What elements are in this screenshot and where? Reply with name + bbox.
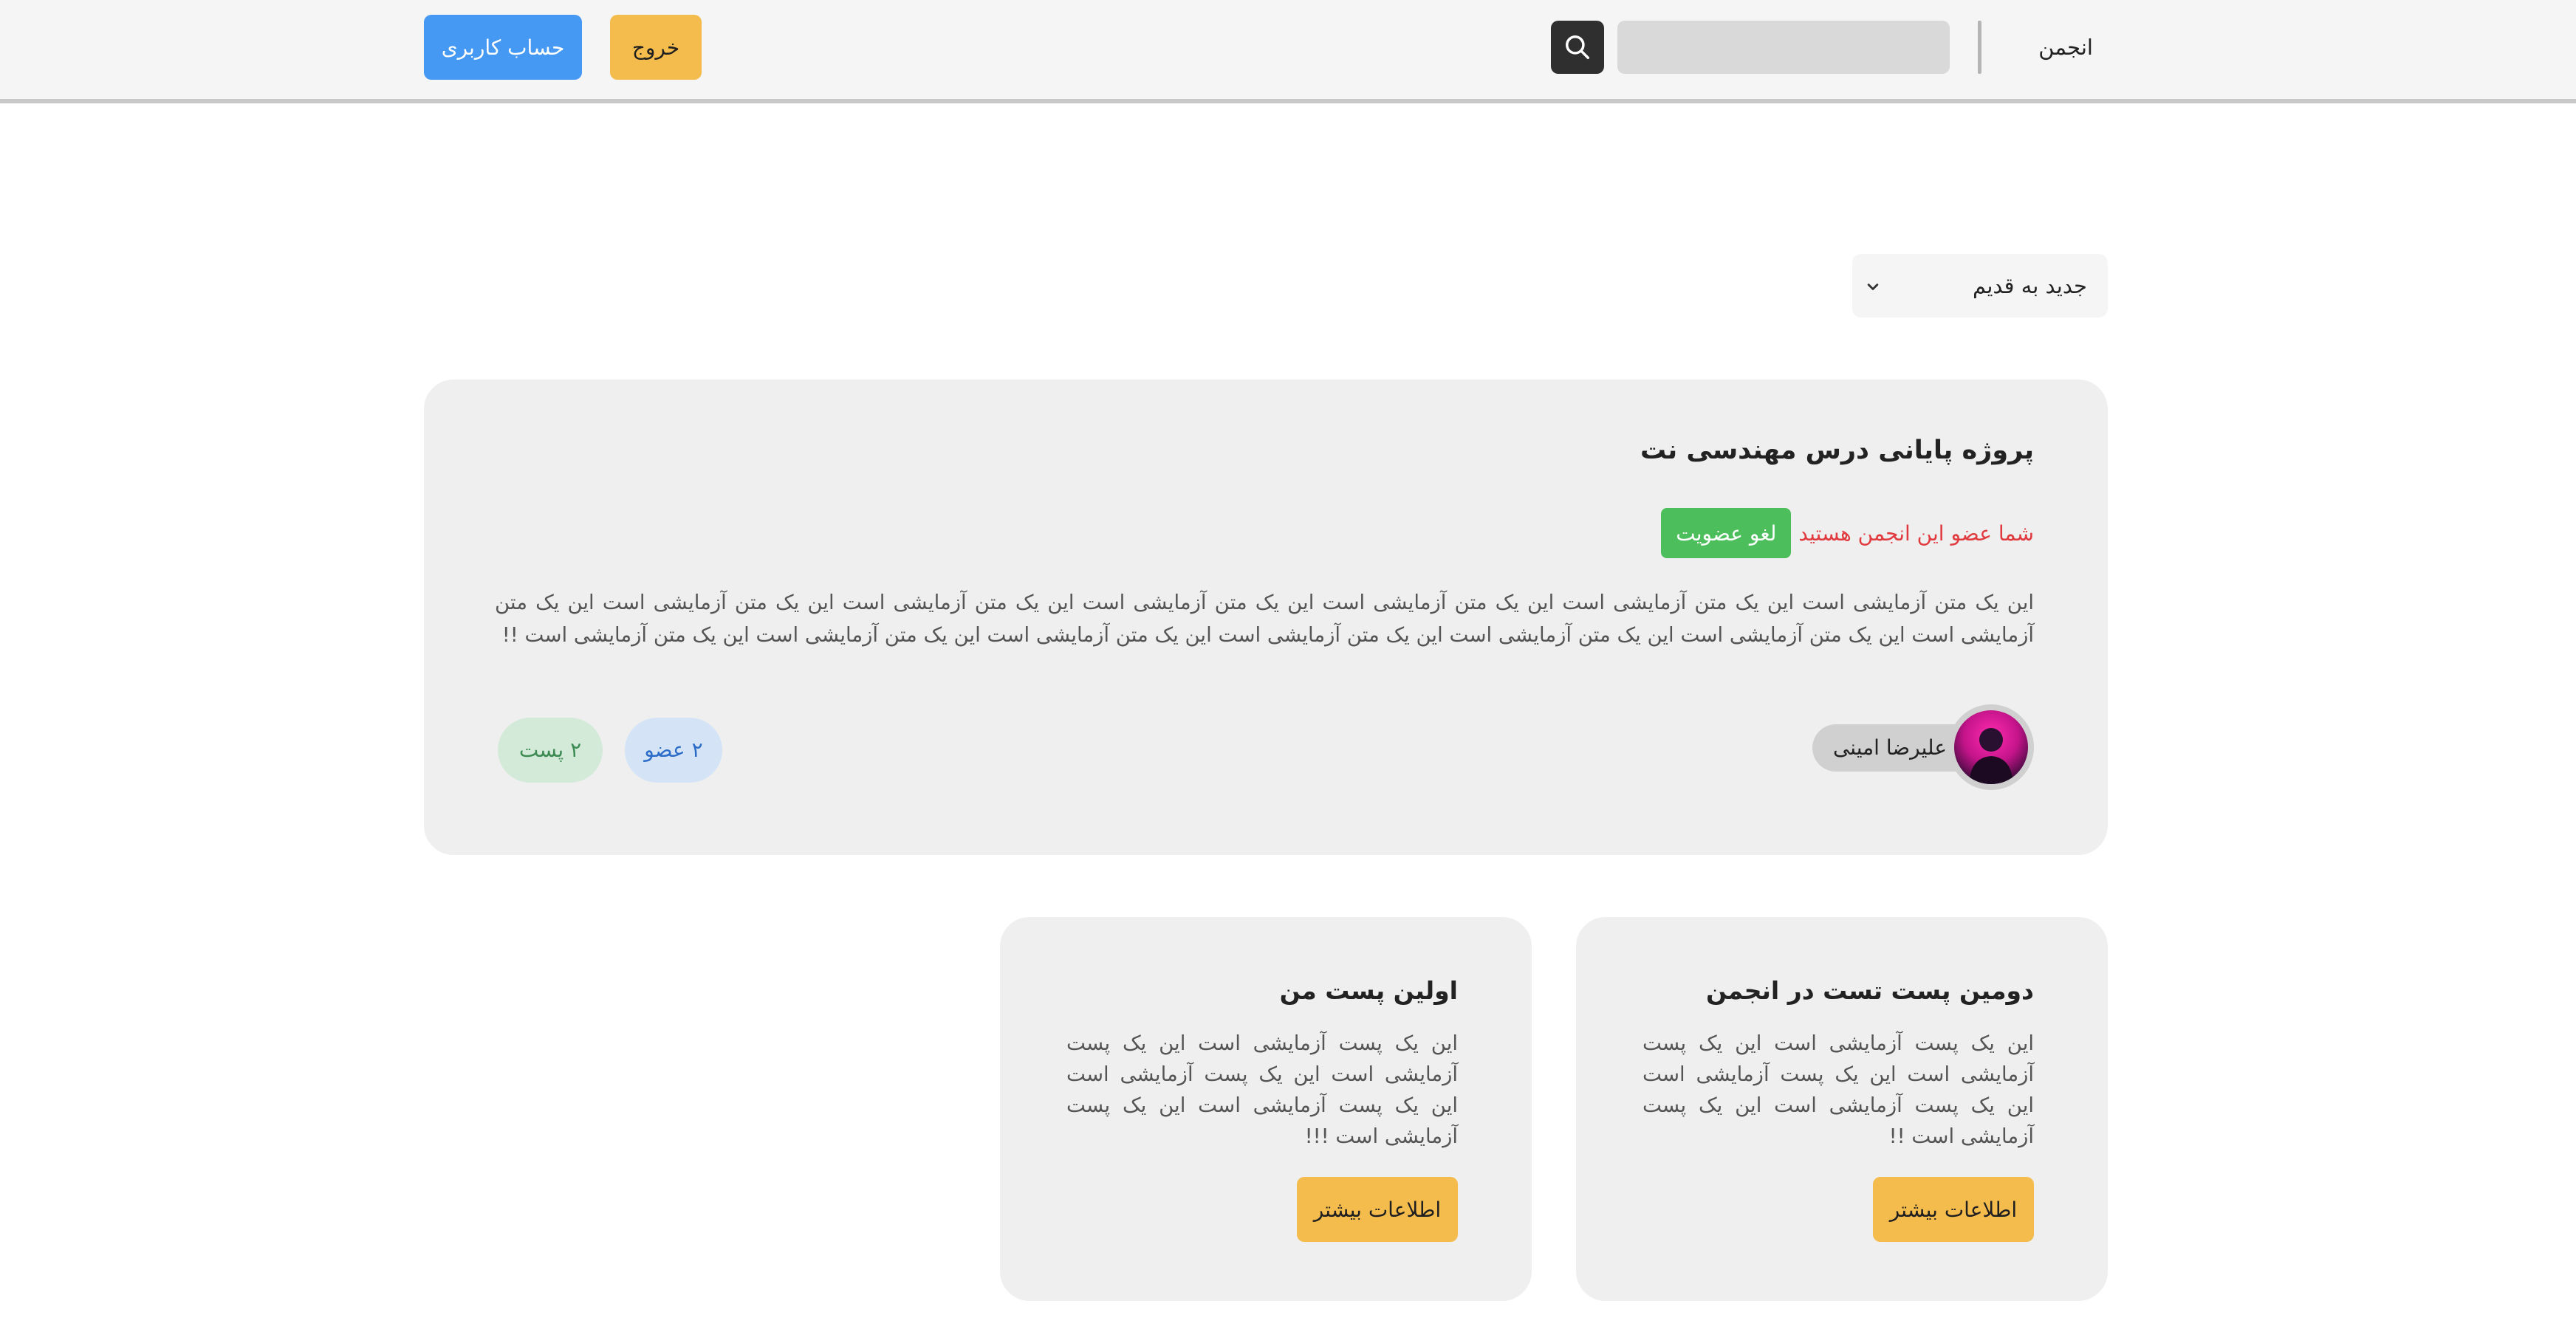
account-button[interactable]: حساب کاربری (424, 15, 582, 80)
membership-row: شما عضو این انجمن هستید لغو عضویت (1661, 508, 2034, 558)
sort-selected-value: جدید به قدیم (1973, 273, 2087, 298)
community-card: پروژه پایانی درس مهندسی نت شما عضو این ا… (424, 380, 2108, 855)
post-card: اولین پست من این یک پست آزمایشی است این … (1000, 917, 1532, 1301)
sort-select[interactable]: جدید به قدیم (1852, 254, 2108, 317)
chevron-down-icon (1867, 284, 1879, 290)
community-description: این یک متن آزمایشی است این یک متن آزمایش… (495, 591, 2034, 647)
avatar-image (1954, 710, 2028, 784)
logout-button[interactable]: خروج (610, 15, 702, 80)
post-card: دومین پست تست در انجمن این یک پست آزمایش… (1576, 917, 2108, 1301)
posts-count-badge[interactable]: ۲ پست (498, 718, 603, 783)
search-icon (1566, 35, 1589, 59)
community-title: پروژه پایانی درس مهندسی نت (1640, 436, 2034, 465)
author-name: علیرضا امینی (1812, 724, 1967, 772)
search-button[interactable] (1551, 21, 1604, 74)
brand-title[interactable]: انجمن (2034, 30, 2093, 65)
members-count-badge[interactable]: ۲ عضو (625, 718, 722, 783)
more-info-button[interactable]: اطلاعات بیشتر (1297, 1177, 1458, 1242)
top-navbar: انجمن خروج حساب کاربری (0, 0, 2576, 103)
author-chip[interactable]: علیرضا امینی (1812, 704, 2034, 790)
nav-divider (1978, 21, 1981, 74)
post-body: این یک پست آزمایشی است این یک پست آزمایش… (1066, 1031, 1458, 1148)
post-title: اولین پست من (1279, 976, 1458, 1005)
member-status-text: شما عضو این انجمن هستید (1798, 521, 2034, 546)
avatar (1948, 704, 2034, 790)
post-body: این یک پست آزمایشی است این یک پست آزمایش… (1642, 1031, 2034, 1148)
more-info-button[interactable]: اطلاعات بیشتر (1873, 1177, 2034, 1242)
search-input[interactable] (1617, 21, 1950, 74)
leave-community-button[interactable]: لغو عضویت (1661, 508, 1792, 558)
post-title: دومین پست تست در انجمن (1705, 976, 2034, 1005)
person-icon (1969, 728, 2013, 784)
